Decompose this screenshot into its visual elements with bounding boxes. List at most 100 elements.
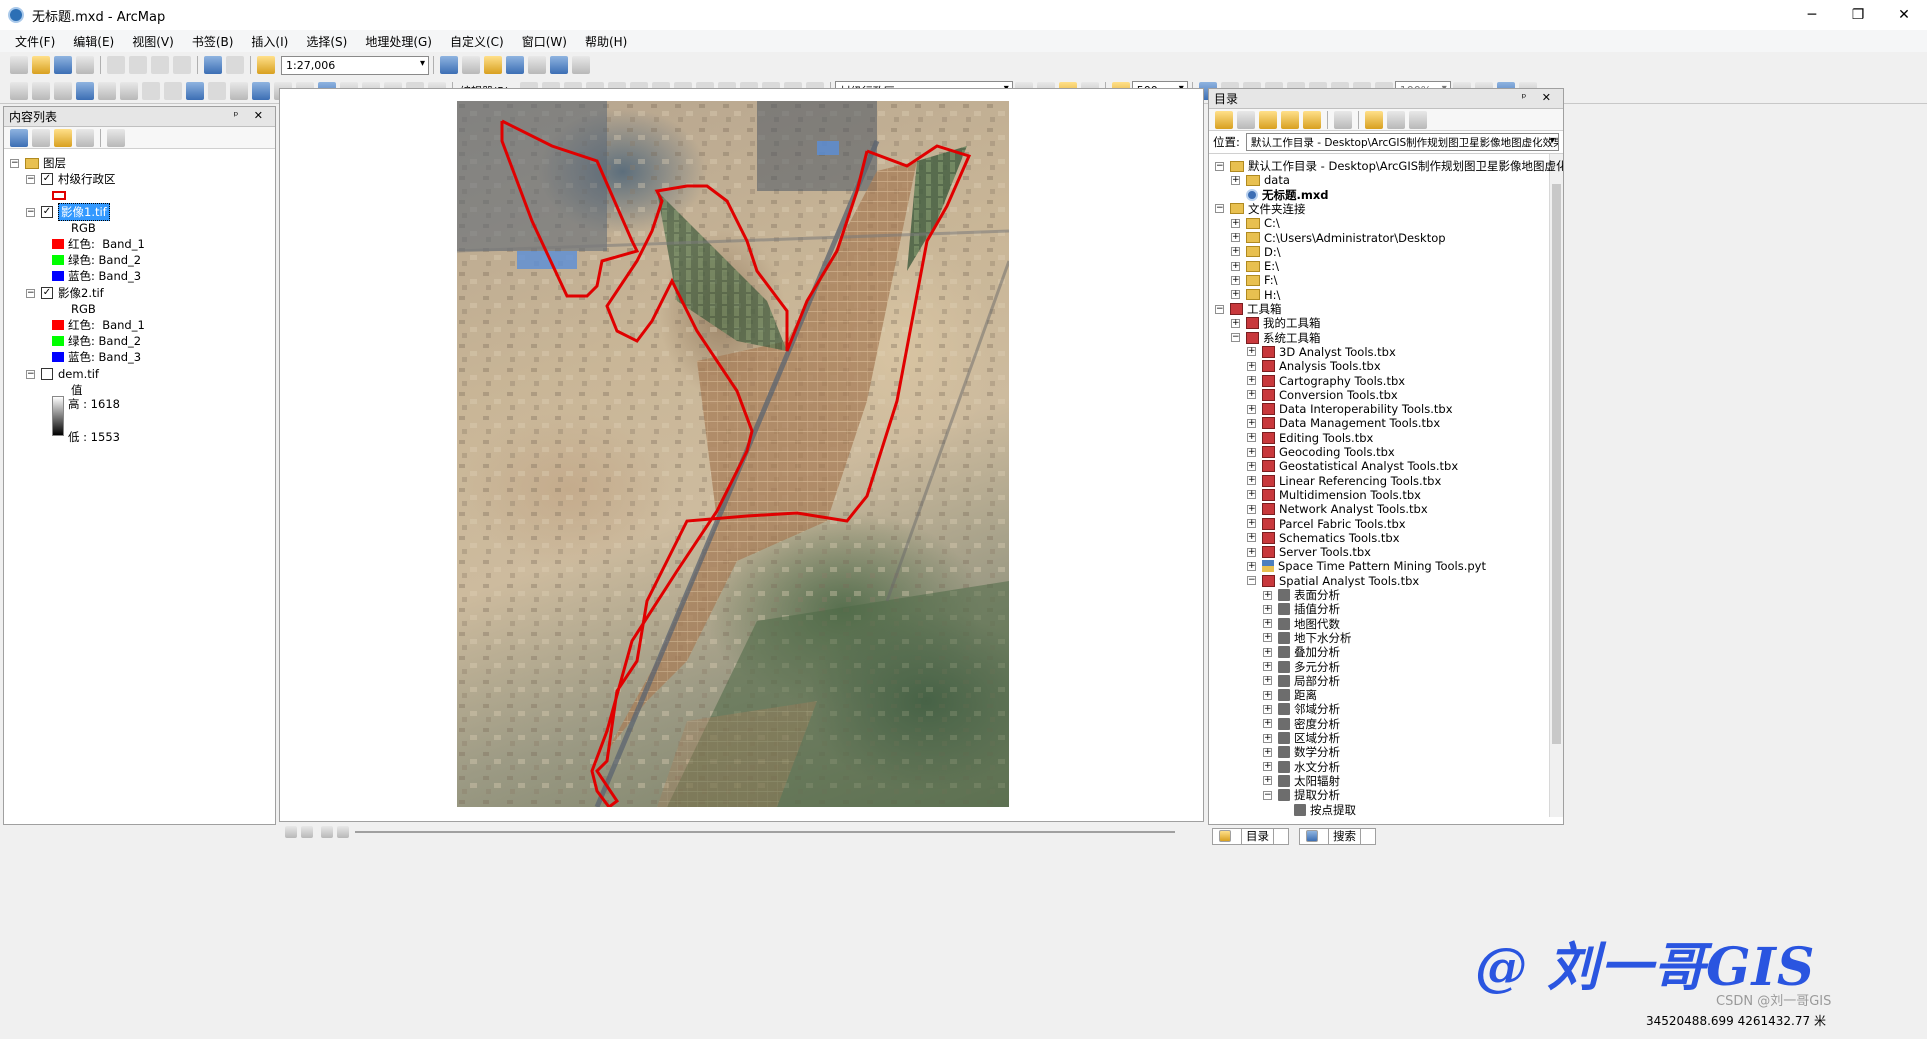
cut-icon[interactable] (107, 56, 125, 74)
tab-search[interactable]: 搜索 (1299, 827, 1376, 845)
expand-icon[interactable]: + (1263, 604, 1272, 614)
add-data-icon[interactable] (257, 56, 275, 74)
expand-icon[interactable]: + (1263, 633, 1272, 643)
select-elements-icon[interactable] (230, 81, 248, 100)
collapse-icon[interactable]: − (26, 369, 35, 379)
up-folder-icon[interactable] (1259, 110, 1277, 129)
expand-icon[interactable]: + (1247, 418, 1256, 428)
list-by-selection-icon[interactable] (76, 128, 94, 147)
expand-icon[interactable]: + (1263, 704, 1272, 714)
toc-root[interactable]: − 图层 (10, 155, 66, 171)
maximize-button[interactable]: ❐ (1835, 0, 1881, 30)
full-extent-icon[interactable] (76, 81, 94, 100)
menu-customize[interactable]: 自定义(C) (441, 33, 513, 50)
map-view[interactable] (279, 88, 1204, 822)
expand-icon[interactable]: + (1231, 247, 1240, 257)
collapse-icon[interactable]: − (1247, 576, 1256, 586)
collapse-icon[interactable]: − (1215, 161, 1224, 171)
collapse-icon[interactable]: − (1263, 790, 1272, 800)
scale-combo[interactable]: 1:27,006 (281, 55, 429, 75)
menu-insert[interactable]: 插入(I) (242, 33, 297, 50)
toc-layer-image1[interactable]: − ✓ 影像1.tif (26, 203, 110, 221)
zoom-out-icon[interactable] (32, 81, 50, 100)
expand-icon[interactable]: + (1247, 504, 1256, 514)
select-features-icon[interactable] (186, 81, 204, 100)
village-polygon-symbol[interactable] (52, 187, 66, 203)
pause-drawing-icon[interactable] (337, 826, 349, 838)
redo-icon[interactable] (226, 56, 244, 74)
collapse-icon[interactable]: − (26, 207, 35, 217)
search-window-icon[interactable] (506, 56, 524, 74)
data-view-icon[interactable] (285, 826, 297, 838)
expand-icon[interactable]: + (1263, 733, 1272, 743)
collapse-icon[interactable]: − (10, 158, 19, 168)
toc-window-icon[interactable] (462, 56, 480, 74)
expand-icon[interactable]: + (1231, 175, 1240, 185)
expand-icon[interactable]: + (1263, 676, 1272, 686)
fixed-zoom-out-icon[interactable] (120, 81, 138, 100)
tab-catalog[interactable]: 目录 (1212, 827, 1289, 845)
collapse-icon[interactable]: − (26, 174, 35, 184)
collapse-icon[interactable]: − (1215, 304, 1224, 314)
menu-selection[interactable]: 选择(S) (297, 33, 356, 50)
layer-visibility-checkbox[interactable] (41, 368, 53, 380)
open-icon[interactable] (32, 56, 50, 74)
layout-view-icon[interactable] (301, 826, 313, 838)
menu-windows[interactable]: 窗口(W) (513, 33, 576, 50)
expand-icon[interactable]: + (1231, 261, 1240, 271)
expand-icon[interactable]: + (1247, 404, 1256, 414)
expand-icon[interactable]: + (1231, 233, 1240, 242)
expand-icon[interactable]: + (1263, 662, 1272, 671)
expand-icon[interactable]: + (1263, 747, 1272, 757)
expand-icon[interactable]: + (1263, 690, 1272, 700)
layer-visibility-checkbox[interactable]: ✓ (41, 287, 53, 299)
toc-layer-dem[interactable]: − dem.tif (26, 366, 99, 382)
location-combo[interactable]: 默认工作目录 - Desktop\ArcGIS制作规划图卫星影像地图虚化效果 (1245, 133, 1559, 151)
expand-icon[interactable]: + (1247, 390, 1256, 400)
catalog-tree-icon[interactable] (1387, 110, 1405, 129)
expand-icon[interactable]: + (1247, 461, 1256, 471)
zoom-in-icon[interactable] (10, 81, 28, 100)
copy-icon[interactable] (129, 56, 147, 74)
toggle-contents-icon[interactable] (1365, 110, 1383, 129)
clear-selection-icon[interactable] (208, 81, 226, 100)
delete-icon[interactable] (173, 56, 191, 74)
python-window-icon[interactable] (550, 56, 568, 74)
toc-layer-image2[interactable]: − ✓ 影像2.tif (26, 285, 104, 301)
print-icon[interactable] (76, 56, 94, 74)
expand-icon[interactable]: + (1247, 347, 1256, 357)
collapse-icon[interactable]: − (1215, 204, 1224, 214)
catalog-window-icon[interactable] (484, 56, 502, 74)
expand-icon[interactable]: + (1247, 561, 1256, 571)
expand-icon[interactable]: + (1263, 647, 1272, 657)
expand-icon[interactable]: + (1263, 590, 1272, 600)
home-folder-icon[interactable] (1281, 110, 1299, 129)
menu-help[interactable]: 帮助(H) (576, 33, 636, 50)
expand-icon[interactable]: + (1247, 519, 1256, 528)
catalog-pin-close[interactable]: ᵖ ✕ (1522, 91, 1557, 104)
list-by-visibility-icon[interactable] (54, 128, 72, 147)
forward-arrow-icon[interactable] (1237, 110, 1255, 129)
modelbuilder-icon[interactable] (572, 56, 590, 74)
expand-icon[interactable]: + (1247, 547, 1256, 557)
menu-bookmarks[interactable]: 书签(B) (183, 33, 243, 50)
toc-options-icon[interactable] (107, 128, 125, 147)
identify-icon[interactable] (252, 81, 270, 100)
save-icon[interactable] (54, 56, 72, 74)
expand-icon[interactable]: + (1247, 476, 1256, 486)
expand-icon[interactable]: + (1247, 447, 1256, 457)
undo-icon[interactable] (204, 56, 222, 74)
new-document-icon[interactable] (10, 56, 28, 74)
expand-icon[interactable]: + (1231, 290, 1240, 300)
expand-icon[interactable]: + (1231, 218, 1240, 228)
toc-pin-close[interactable]: ᵖ ✕ (234, 109, 269, 122)
close-button[interactable]: ✕ (1881, 0, 1927, 30)
fixed-zoom-in-icon[interactable] (98, 81, 116, 100)
expand-icon[interactable]: + (1247, 376, 1256, 385)
paste-icon[interactable] (151, 56, 169, 74)
arctoolbox-icon[interactable] (528, 56, 546, 74)
back-arrow-icon[interactable] (1215, 110, 1233, 129)
view-options-icon[interactable] (1334, 110, 1352, 129)
menu-view[interactable]: 视图(V) (123, 33, 183, 50)
toc-layer-village[interactable]: − ✓ 村级行政区 (26, 171, 116, 187)
